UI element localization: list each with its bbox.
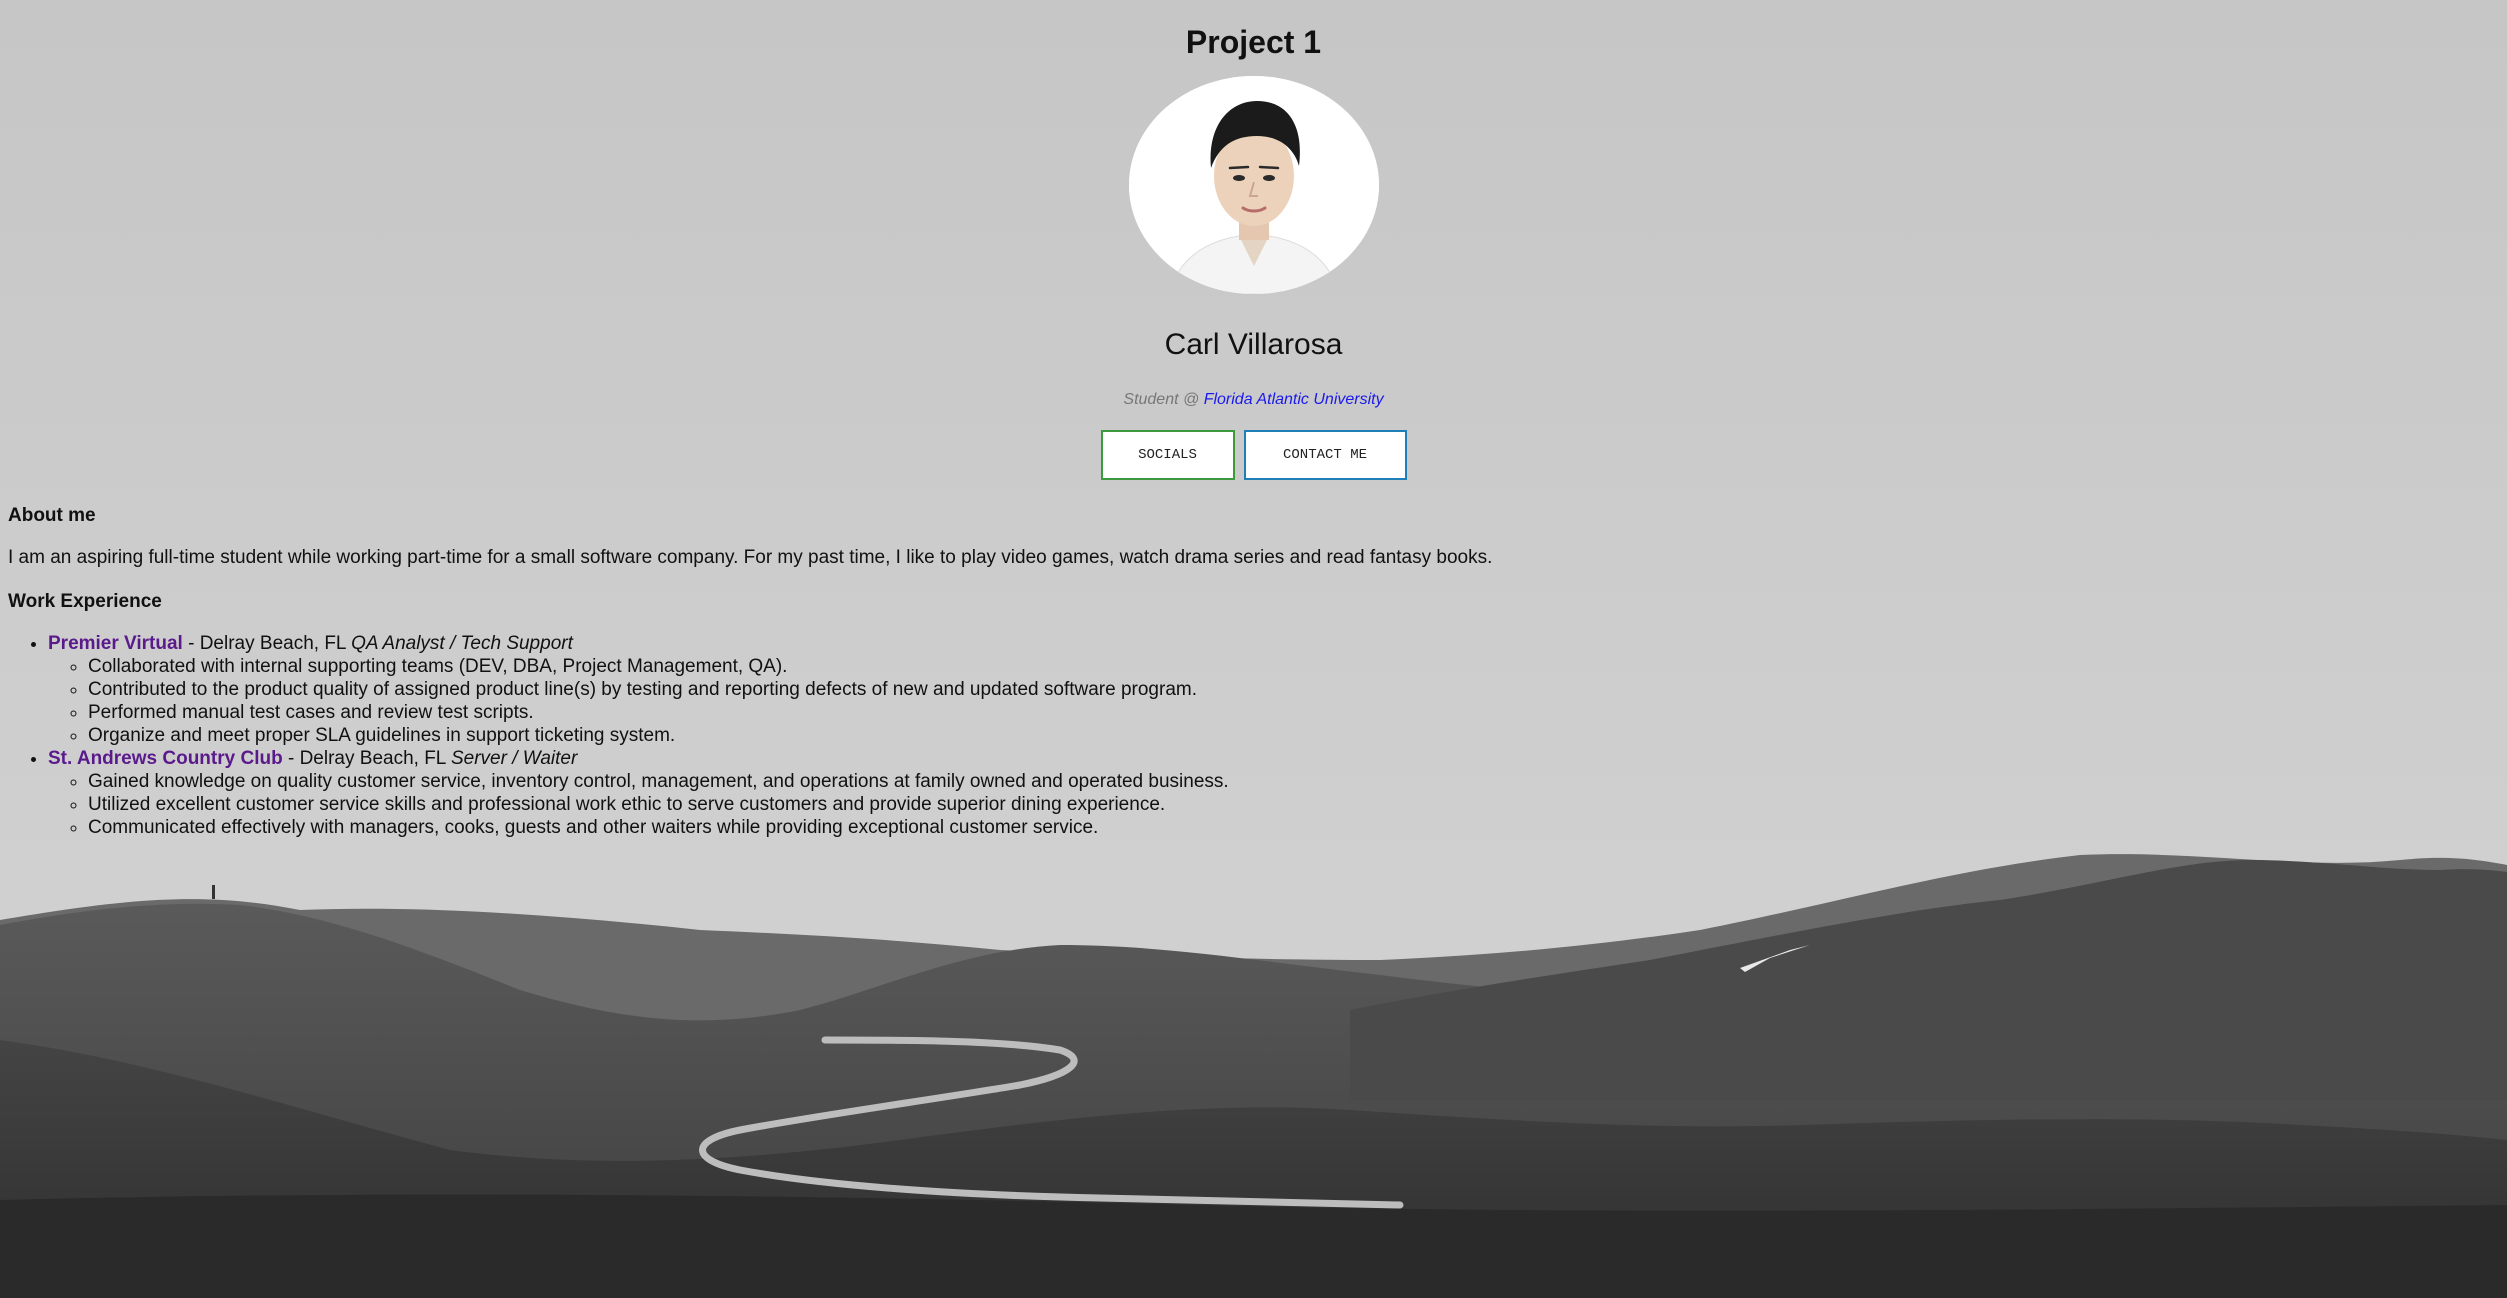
duty-list: Gained knowledge on quality customer ser… (48, 770, 2507, 839)
company-link[interactable]: St. Andrews Country Club (48, 748, 283, 769)
work-heading: Work Experience (8, 591, 162, 612)
duty-item: Organize and meet proper SLA guidelines … (88, 724, 2507, 747)
about-section: About me I am an aspiring full-time stud… (0, 504, 2507, 839)
duty-item: Gained knowledge on quality customer ser… (88, 770, 2507, 793)
job-list: Premier Virtual - Delray Beach, FL QA An… (8, 632, 2507, 839)
socials-button[interactable]: SOCIALS (1100, 430, 1235, 480)
contact-button[interactable]: CONTACT ME (1243, 430, 1407, 480)
action-buttons: SOCIALS CONTACT ME (0, 430, 2507, 480)
duty-item: Performed manual test cases and review t… (88, 701, 2507, 724)
about-heading: About me (8, 505, 96, 526)
duty-item: Collaborated with internal supporting te… (88, 655, 2507, 678)
duty-item: Communicated effectively with managers, … (88, 816, 2507, 839)
university-link[interactable]: Florida Atlantic University (1204, 391, 1384, 408)
about-text: I am an aspiring full-time student while… (8, 547, 1493, 568)
profile-name: Carl Villarosa (1164, 328, 1343, 361)
job-item: Premier Virtual - Delray Beach, FL QA An… (48, 632, 2507, 747)
profile-photo-icon (1128, 76, 1379, 294)
subtitle-prefix: Student @ (1123, 391, 1204, 408)
job-location: - Delray Beach, FL (182, 633, 352, 654)
job-role: QA Analyst / Tech Support (351, 633, 573, 654)
job-role: Server / Waiter (450, 748, 578, 769)
duty-list: Collaborated with internal supporting te… (48, 655, 2507, 747)
avatar (1128, 76, 1379, 294)
duty-item: Contributed to the product quality of as… (88, 678, 2507, 701)
company-link[interactable]: Premier Virtual (48, 633, 183, 654)
duty-item: Utilized excellent customer service skil… (88, 793, 2507, 816)
job-location: - Delray Beach, FL (282, 748, 451, 769)
profile-subtitle: Student @ Florida Atlantic University (0, 390, 2507, 410)
job-item: St. Andrews Country Club - Delray Beach,… (48, 747, 2507, 839)
page-title: Project 1 (1185, 24, 1322, 60)
